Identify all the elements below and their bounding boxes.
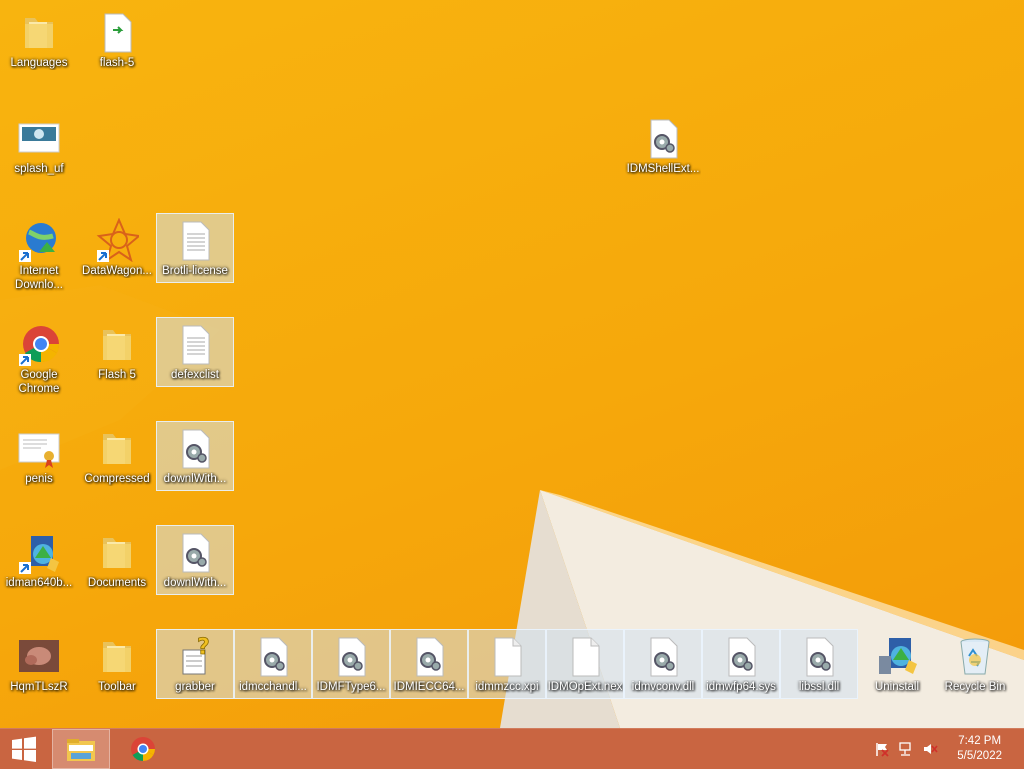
desktop-icon-idmopext[interactable]: IDMOpExt.nex [546, 629, 624, 699]
desktop-icon-flash-5[interactable]: flash-5 [78, 6, 156, 76]
dll-file-icon [173, 426, 217, 470]
datawagon-icon [95, 217, 142, 263]
desktop-icon-idman640b[interactable]: idman640b... [0, 526, 78, 596]
desktop-icon-grabber[interactable]: ? grabber [156, 629, 234, 699]
dll-file-icon [719, 634, 763, 678]
desktop-icon-idmvconv[interactable]: idmvconv.dll [624, 629, 702, 699]
desktop-icon-penis[interactable]: penis [0, 422, 78, 492]
desktop-icon-datawagon[interactable]: DataWagon... [78, 214, 156, 284]
desktop-icon-hqmtlszr[interactable]: HqmTLszR [0, 630, 78, 700]
desktop-icon-splash-uf[interactable]: splash_uf [0, 112, 78, 182]
taskbar-chrome[interactable] [116, 729, 170, 769]
desktop-icon-idmcchandl[interactable]: idmcchandl... [234, 629, 312, 699]
chrome-icon [131, 737, 155, 761]
volume-muted-icon[interactable] [922, 741, 938, 757]
photo-icon [17, 634, 61, 678]
folder-icon [95, 530, 139, 574]
taskbar: 7:42 PM 5/5/2022 [0, 728, 1024, 769]
desktop-icon-uninstall[interactable]: Uninstall [858, 630, 936, 700]
clock-date: 5/5/2022 [957, 750, 1002, 762]
desktop-icon-idmmzcc[interactable]: idmmzcc.xpi [468, 629, 546, 699]
system-clock[interactable]: 7:42 PM 5/5/2022 [957, 734, 1002, 764]
desktop-icon-idmshellext[interactable]: IDMShellExt... [624, 112, 702, 182]
start-button[interactable] [0, 729, 48, 769]
desktop-icon-recycle-bin[interactable]: Recycle Bin [936, 630, 1014, 700]
dll-file-icon [797, 634, 841, 678]
unknown-file-icon: ? [173, 634, 217, 678]
installer-icon [875, 634, 919, 678]
desktop-icon-downlwith-1[interactable]: downlWith... [156, 421, 234, 491]
folder-icon [95, 322, 139, 366]
windows-logo-icon [12, 736, 36, 762]
desktop-icon-downlwith-2[interactable]: downlWith... [156, 525, 234, 595]
desktop-icon-compressed[interactable]: Compressed [78, 422, 156, 492]
recycle-bin-icon [953, 634, 997, 678]
chrome-icon [17, 322, 61, 366]
svg-text:?: ? [197, 635, 210, 660]
idm-globe-icon [17, 218, 61, 262]
folder-icon [95, 634, 139, 678]
dll-file-icon [329, 634, 373, 678]
certificate-icon [17, 426, 61, 470]
taskbar-file-explorer[interactable] [52, 729, 110, 769]
desktop-icon-google-chrome[interactable]: Google Chrome [0, 318, 78, 402]
desktop-icon-languages[interactable]: Languages [0, 6, 78, 76]
installer-icon [17, 530, 61, 574]
desktop-icon-idmwfp64[interactable]: idmwfp64.sys [702, 629, 780, 699]
desktop-icon-toolbar[interactable]: Toolbar [78, 630, 156, 700]
clock-time: 7:42 PM [958, 735, 1002, 747]
text-file-icon [173, 322, 217, 366]
file-icon [95, 10, 139, 54]
blank-file-icon [563, 634, 607, 678]
dll-file-icon [251, 634, 295, 678]
desktop-icon-internet-download-manager[interactable]: Internet Downlo... [0, 214, 78, 298]
network-icon[interactable] [898, 741, 914, 757]
folder-icon [17, 10, 61, 54]
dll-file-icon [173, 530, 217, 574]
dll-file-icon [641, 634, 685, 678]
file-explorer-icon [67, 739, 95, 761]
desktop-icon-documents[interactable]: Documents [78, 526, 156, 596]
action-center-flag-icon[interactable] [874, 741, 890, 757]
dll-file-icon [407, 634, 451, 678]
dll-file-icon [641, 116, 685, 160]
desktop-icon-idmftype[interactable]: IDMFType6... [312, 629, 390, 699]
desktop-icon-idmiecc64[interactable]: IDMIECC64... [390, 629, 468, 699]
desktop-icon-brotli-license[interactable]: Brotli-license [156, 213, 234, 283]
folder-icon [95, 426, 139, 470]
text-file-icon [173, 218, 217, 262]
blank-file-icon [485, 634, 529, 678]
desktop-icon-defexclist[interactable]: defexclist [156, 317, 234, 387]
image-icon [17, 116, 61, 160]
desktop-icon-libssl[interactable]: libssl.dll [780, 629, 858, 699]
desktop-icon-flash-5-folder[interactable]: Flash 5 [78, 318, 156, 388]
